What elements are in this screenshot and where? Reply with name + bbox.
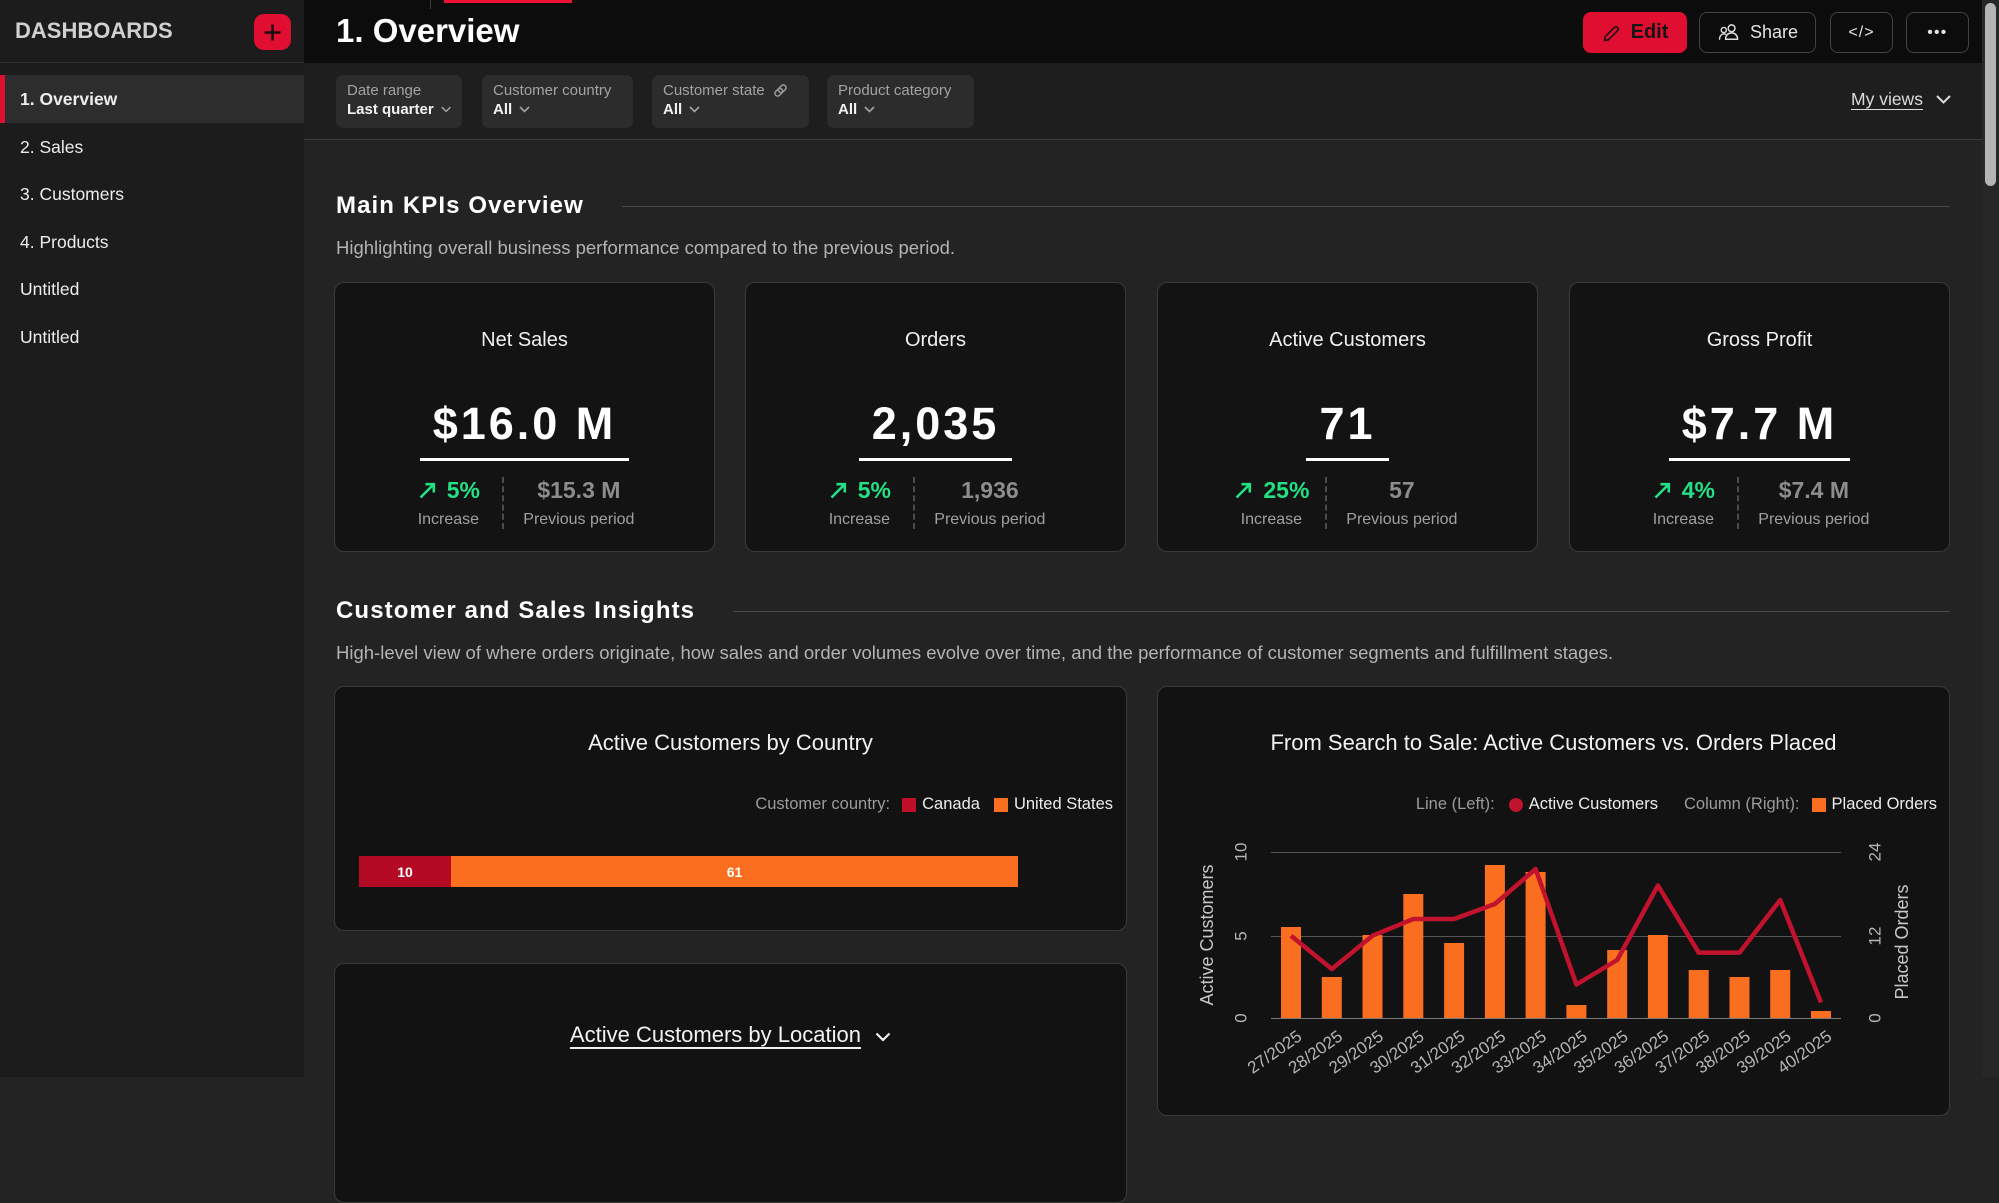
- svg-text:24: 24: [1866, 843, 1885, 862]
- svg-text:10: 10: [1232, 843, 1251, 862]
- svg-text:0: 0: [1232, 1013, 1251, 1022]
- svg-text:12: 12: [1866, 927, 1885, 946]
- svg-text:0: 0: [1866, 1013, 1885, 1022]
- svg-text:Active Customers: Active Customers: [1197, 864, 1217, 1005]
- svg-text:Placed Orders: Placed Orders: [1892, 884, 1912, 999]
- svg-text:5: 5: [1232, 931, 1251, 940]
